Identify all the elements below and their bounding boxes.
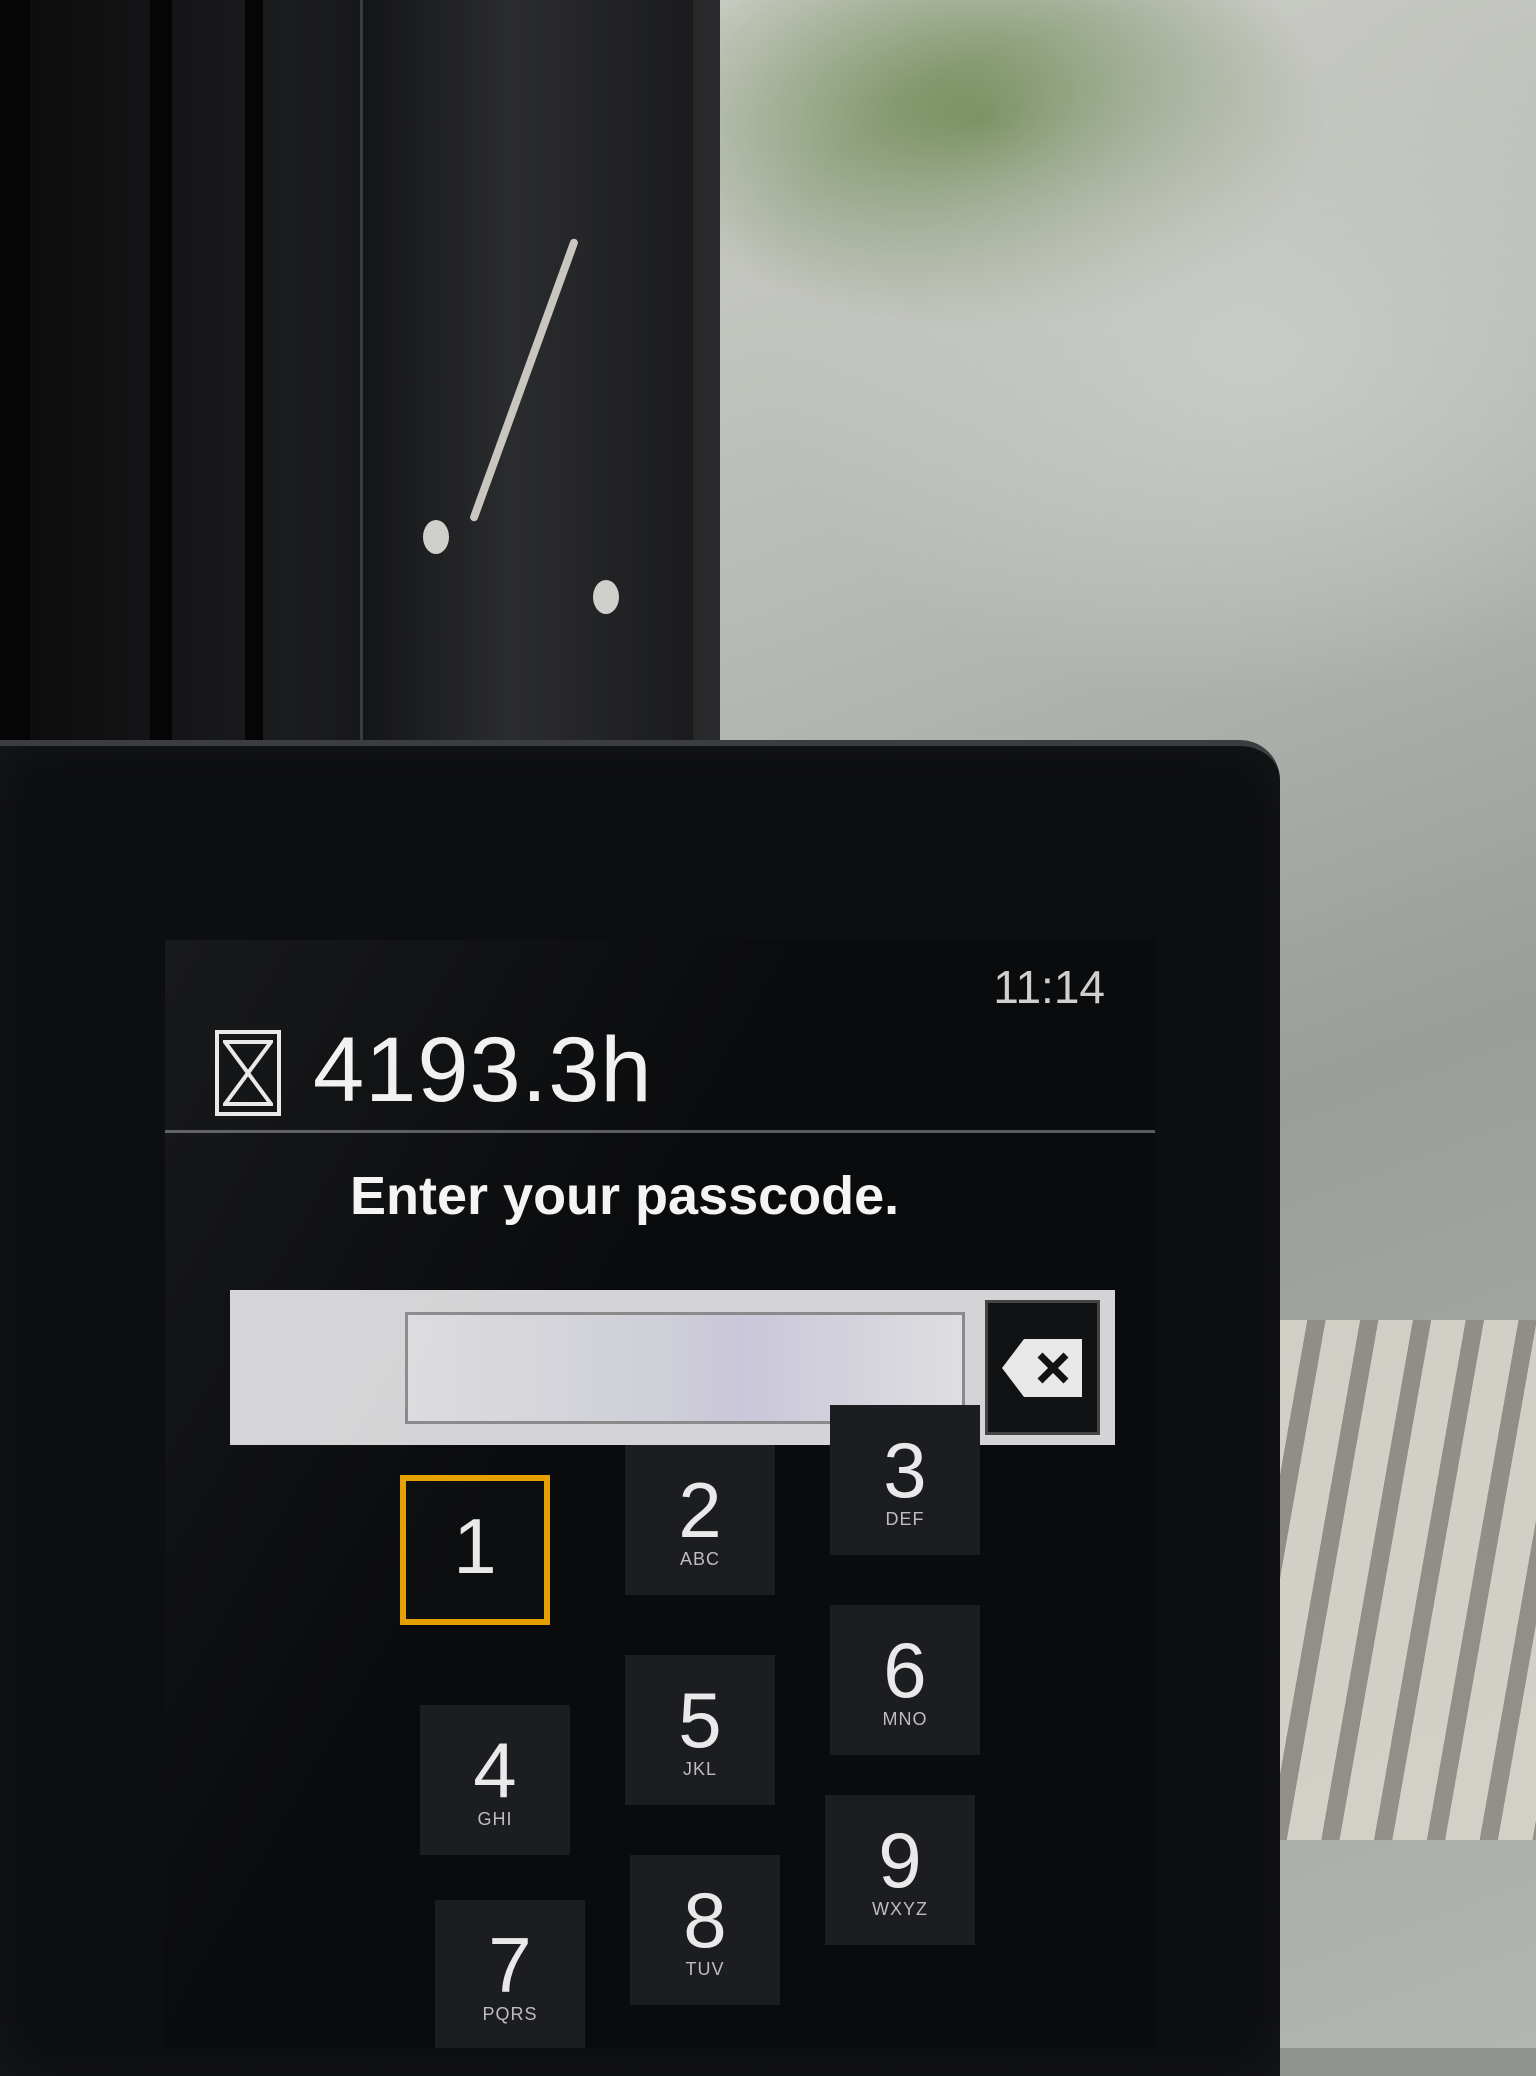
key-letters: GHI (477, 1809, 513, 1829)
key-digit: 8 (683, 1876, 727, 1964)
clock: 11:14 (993, 961, 1105, 1013)
door-bar (0, 0, 30, 800)
key-digit: 1 (453, 1502, 497, 1590)
key-digit: 3 (883, 1426, 927, 1514)
hour-meter-value: 4193.3h (313, 1019, 653, 1121)
keypad-key-1[interactable]: 1 (400, 1475, 550, 1625)
display-screen: 4193.3h 11:14 Enter your passcode. 1 2 A… (165, 940, 1155, 2048)
key-letters: DEF (885, 1509, 925, 1529)
keypad-key-9[interactable]: 9 WXYZ (825, 1795, 975, 1945)
keypad-key-4[interactable]: 4 GHI (420, 1705, 570, 1855)
key-digit: 9 (878, 1816, 922, 1904)
key-letters: PQRS (482, 2004, 538, 2024)
passcode-entry-bar (230, 1290, 1115, 1445)
keypad-key-5[interactable]: 5 JKL (625, 1655, 775, 1805)
keypad-key-6[interactable]: 6 MNO (830, 1605, 980, 1755)
keypad-key-2[interactable]: 2 ABC (625, 1445, 775, 1595)
hinge-hole (423, 520, 449, 554)
hourglass-icon (215, 1030, 281, 1116)
key-letters: MNO (882, 1709, 928, 1729)
passcode-prompt: Enter your passcode. (350, 1166, 900, 1226)
door-bar (150, 0, 172, 800)
hinge-hole (593, 580, 619, 614)
key-digit: 7 (488, 1921, 532, 2009)
keypad-key-3[interactable]: 3 DEF (830, 1405, 980, 1555)
key-digit: 2 (678, 1466, 722, 1554)
key-digit: 5 (678, 1676, 722, 1764)
keypad-key-8[interactable]: 8 TUV (630, 1855, 780, 2005)
key-letters: ABC (679, 1549, 720, 1569)
backspace-icon (1002, 1339, 1082, 1397)
key-letters: WXYZ (872, 1899, 928, 1919)
key-letters: JKL (682, 1759, 718, 1779)
key-digit: 6 (883, 1626, 927, 1714)
key-letters: TUV (685, 1959, 725, 1979)
key-digit: 4 (473, 1726, 517, 1814)
door-bar (245, 0, 263, 800)
keypad-key-7[interactable]: 7 PQRS (435, 1900, 585, 2048)
backspace-button[interactable] (985, 1300, 1100, 1435)
status-bar: 4193.3h 11:14 (165, 940, 1155, 1133)
